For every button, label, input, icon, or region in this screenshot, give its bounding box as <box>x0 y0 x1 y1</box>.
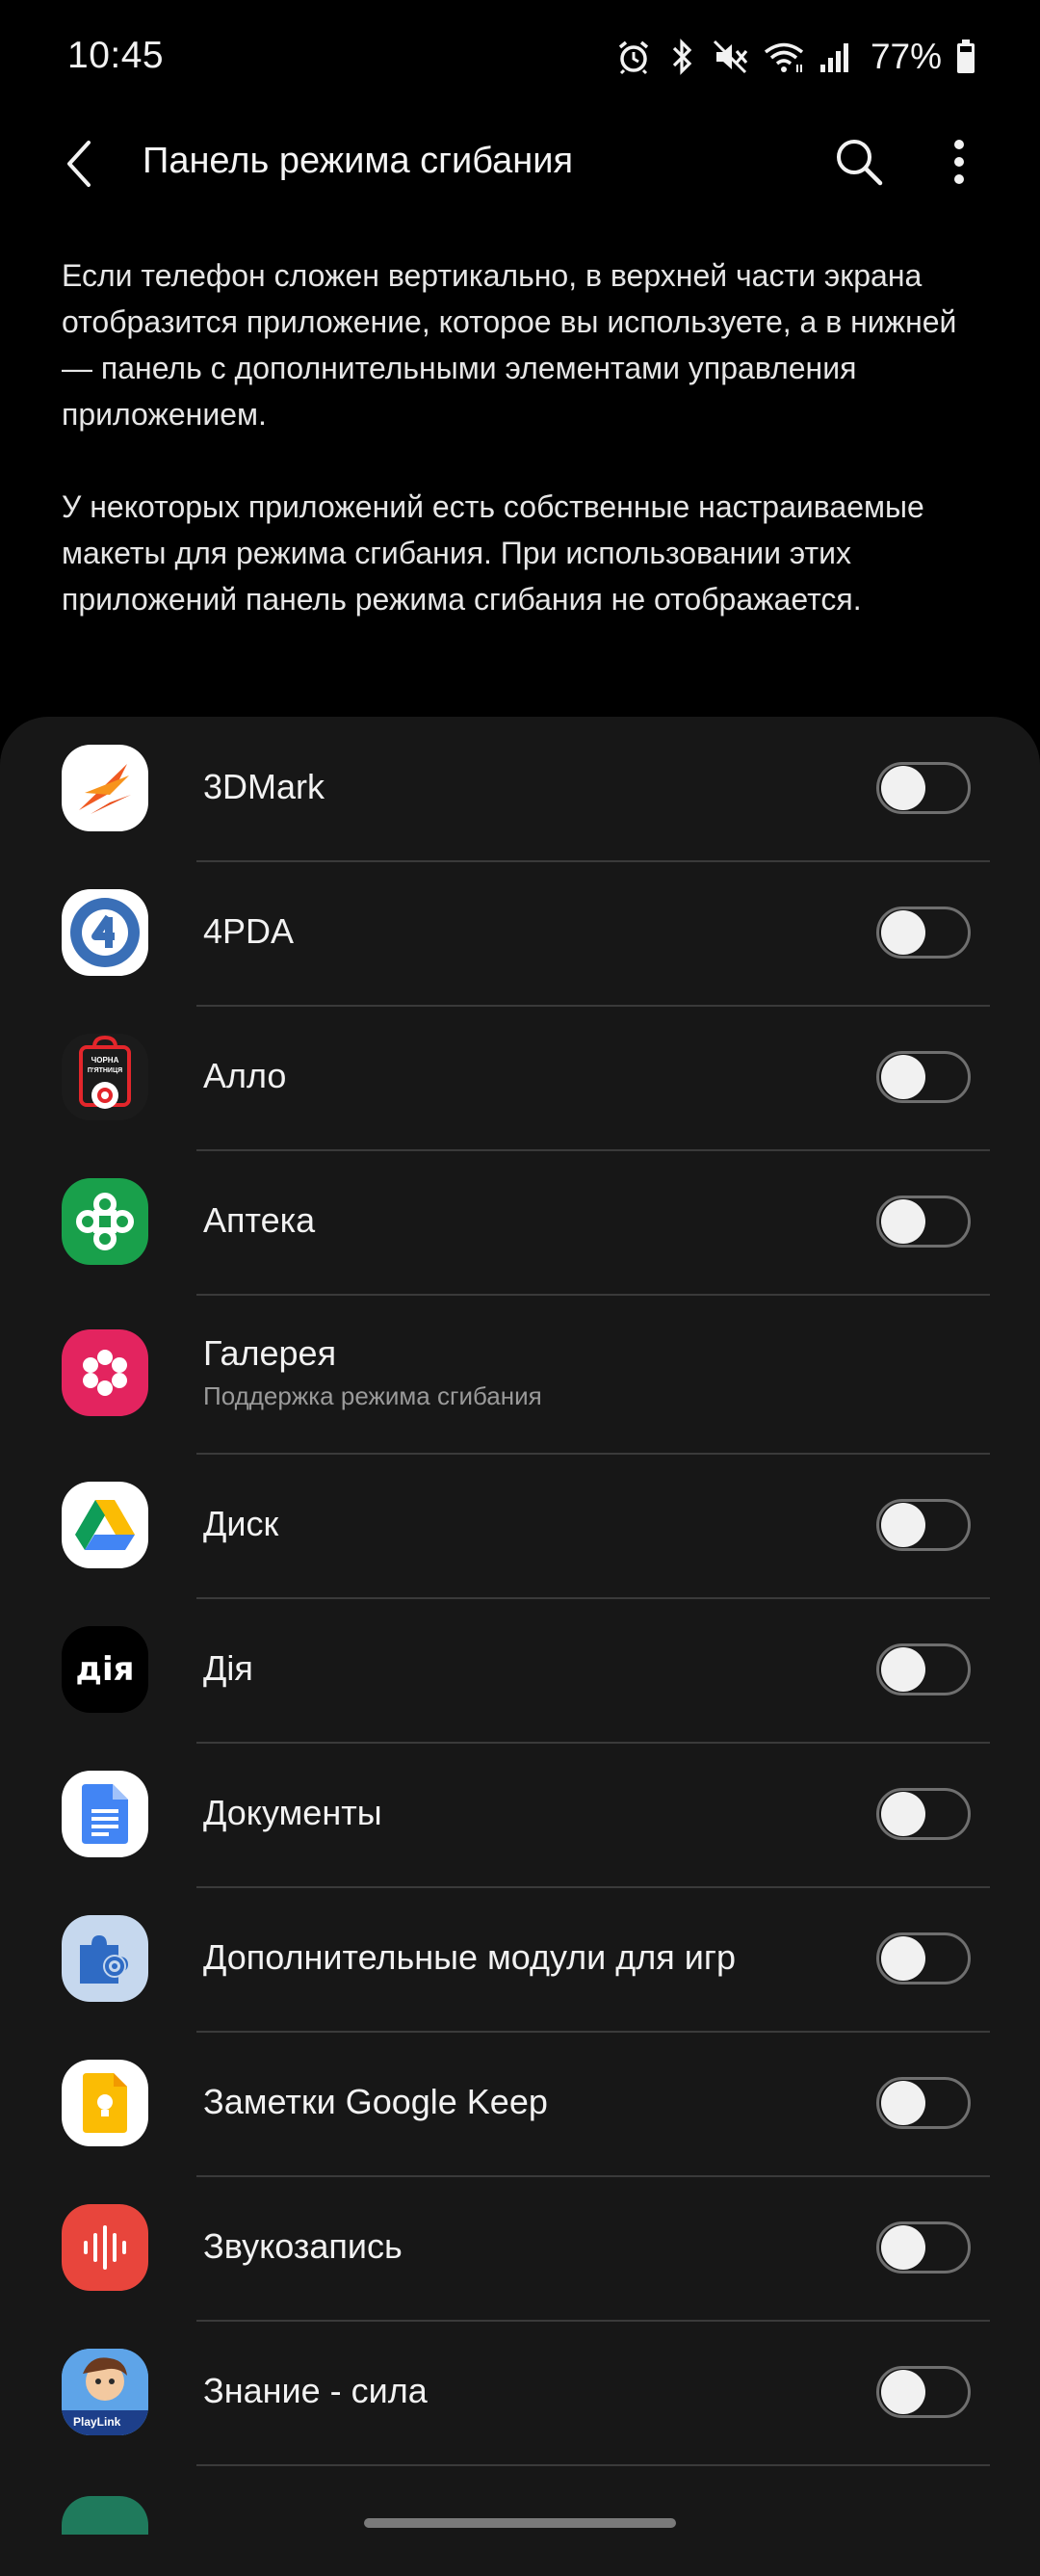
app-subtitle: Поддержка режима сгибания <box>203 1381 542 1410</box>
apteka-icon <box>62 1178 148 1265</box>
toggle-knob <box>881 2370 925 2414</box>
playlink-label: PlayLink <box>73 2415 121 2429</box>
svg-text:ЧОРНА: ЧОРНА <box>91 1056 119 1065</box>
toggle-switch[interactable] <box>876 1196 971 1248</box>
status-icons: 77% <box>614 33 976 81</box>
toggle-knob <box>881 2081 925 2125</box>
search-icon <box>837 140 883 186</box>
back-button[interactable] <box>50 135 108 193</box>
app-name: Документы <box>203 1793 382 1832</box>
toggle-knob <box>881 1936 925 1981</box>
app-list: 3DMark 4PDA ЧОРНА П'ЯТНИЦЯ Алло Аптека Г… <box>0 717 1040 2576</box>
app-name: Галерея <box>203 1333 337 1373</box>
toggle-switch[interactable] <box>876 1499 971 1551</box>
app-name: Аптека <box>203 1200 316 1240</box>
toggle-knob <box>881 1503 925 1547</box>
toggle-switch[interactable] <box>876 2077 971 2129</box>
description-paragraph-2: У некоторых приложений есть собственные … <box>62 489 924 617</box>
toggle-switch[interactable] <box>876 2366 971 2418</box>
back-arrow-icon <box>67 141 91 187</box>
game-plugins-icon <box>62 1915 148 2002</box>
knowledge-is-power-icon: PlayLink <box>62 2349 148 2435</box>
bluetooth-icon <box>666 38 697 76</box>
app-name: Знание - сила <box>203 2371 428 2410</box>
list-item[interactable]: Аптека <box>0 1150 1040 1295</box>
status-time: 10:45 <box>67 35 165 76</box>
list-item[interactable]: Документы <box>0 1743 1040 1887</box>
toggle-knob <box>881 1055 925 1099</box>
toggle-knob <box>881 1647 925 1692</box>
app-name: Дополнительные модули для игр <box>203 1937 737 1977</box>
toggle-switch[interactable] <box>876 1932 971 1985</box>
docs-icon <box>62 1771 148 1857</box>
status-bar: 10:45 77% <box>0 0 1040 116</box>
app-bar: Панель режима сгибания <box>0 116 1040 212</box>
toggle-knob <box>881 2225 925 2270</box>
list-item[interactable]: 3DMark <box>0 717 1040 861</box>
toggle-switch[interactable] <box>876 1051 971 1103</box>
voice-recorder-icon <box>62 2204 148 2291</box>
diia-icon: дія <box>62 1626 148 1713</box>
description: Если телефон сложен вертикально, в верхн… <box>62 252 986 622</box>
app-icon-partial <box>62 2496 148 2535</box>
battery-icon <box>955 38 976 76</box>
toggle-switch[interactable] <box>876 907 971 959</box>
list-item[interactable]: 4PDA <box>0 861 1040 1006</box>
diia-logo-text: дія <box>75 1650 135 1689</box>
list-item[interactable] <box>0 2465 1040 2562</box>
more-vert-icon <box>954 140 964 184</box>
app-name: Заметки Google Keep <box>203 2082 548 2121</box>
list-item[interactable]: ЧОРНА П'ЯТНИЦЯ Алло <box>0 1006 1040 1150</box>
toggle-knob <box>881 1792 925 1836</box>
battery-percentage: 77% <box>870 37 942 76</box>
toggle-switch[interactable] <box>876 1788 971 1840</box>
search-button[interactable] <box>830 133 888 191</box>
toggle-switch[interactable] <box>876 2221 971 2274</box>
app-name: Дія <box>203 1648 253 1688</box>
list-item[interactable]: Галерея Поддержка режима сгибания <box>0 1295 1040 1454</box>
app-name: Звукозапись <box>203 2226 403 2266</box>
4pda-icon <box>62 889 148 976</box>
home-indicator[interactable] <box>364 2518 676 2528</box>
page-title: Панель режима сгибания <box>143 141 574 181</box>
drive-icon <box>62 1482 148 1568</box>
list-item[interactable]: Диск <box>0 1454 1040 1598</box>
toggle-knob <box>881 910 925 955</box>
more-options-button[interactable] <box>930 133 988 191</box>
mute-icon <box>711 38 749 76</box>
app-name: Алло <box>203 1056 287 1095</box>
svg-text:П'ЯТНИЦЯ: П'ЯТНИЦЯ <box>88 1067 122 1074</box>
list-item[interactable]: Звукозапись <box>0 2176 1040 2321</box>
list-item[interactable]: PlayLink Знание - сила <box>0 2321 1040 2465</box>
app-name: 3DMark <box>203 767 325 806</box>
toggle-switch[interactable] <box>876 762 971 814</box>
keep-icon <box>62 2060 148 2146</box>
alarm-icon <box>614 38 653 76</box>
3dmark-icon <box>62 745 148 831</box>
toggle-knob <box>881 1199 925 1244</box>
app-name: 4PDA <box>203 911 295 951</box>
description-paragraph-1: Если телефон сложен вертикально, в верхн… <box>62 258 957 432</box>
list-item[interactable]: дія Дія <box>0 1598 1040 1743</box>
app-name: Диск <box>203 1504 279 1543</box>
gallery-icon <box>62 1329 148 1416</box>
toggle-switch[interactable] <box>876 1643 971 1695</box>
toggle-knob <box>881 766 925 810</box>
list-item[interactable]: Дополнительные модули для игр <box>0 1887 1040 2032</box>
allo-icon: ЧОРНА П'ЯТНИЦЯ <box>62 1034 148 1120</box>
wifi-icon <box>763 38 805 76</box>
list-item[interactable]: Заметки Google Keep <box>0 2032 1040 2176</box>
signal-icon <box>819 38 853 76</box>
